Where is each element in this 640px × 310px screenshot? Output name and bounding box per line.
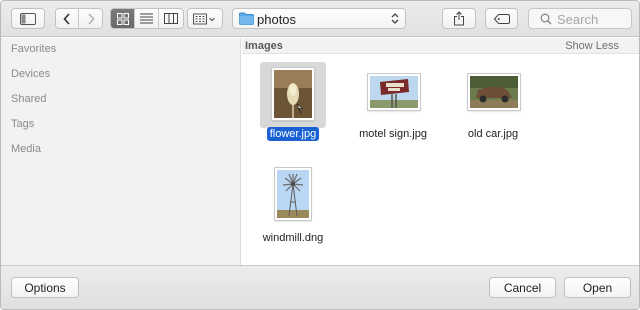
search-input[interactable]	[557, 11, 627, 27]
show-less-link[interactable]: Show Less	[565, 40, 619, 52]
search-icon	[540, 13, 552, 25]
list-icon	[140, 13, 153, 24]
back-button[interactable]	[56, 9, 79, 28]
motel-sign-thumbnail	[368, 74, 420, 110]
icon-view-button[interactable]	[111, 9, 135, 28]
options-button[interactable]: Options	[11, 277, 79, 298]
windmill-thumbnail	[275, 168, 311, 220]
list-view-button[interactable]	[135, 9, 159, 28]
thumbnail-highlight	[260, 62, 326, 128]
old-car-thumbnail	[468, 74, 520, 110]
grid-icon	[116, 12, 129, 25]
chevron-right-icon	[87, 12, 95, 25]
sidebar-item-tags[interactable]: Tags	[11, 118, 34, 130]
file-item-motel-sign[interactable]: motel sign.jpg	[348, 58, 438, 148]
folder-icon	[239, 12, 254, 25]
sidebar-icon	[20, 12, 36, 25]
file-item-old-car[interactable]: old car.jpg	[448, 58, 538, 148]
sidebar-toggle-button[interactable]	[11, 8, 45, 29]
cancel-button[interactable]: Cancel	[489, 277, 556, 298]
share-icon	[454, 11, 464, 26]
file-name-motel-sign: motel sign.jpg	[359, 128, 427, 140]
column-view-button[interactable]	[159, 9, 183, 28]
chevron-left-icon	[63, 12, 70, 25]
columns-icon	[164, 13, 178, 24]
sidebar-item-shared[interactable]: Shared	[11, 93, 46, 105]
file-item-windmill[interactable]: windmill.dng	[248, 164, 338, 254]
open-button[interactable]: Open	[564, 277, 631, 298]
sidebar: Favorites Devices Shared Tags Media	[1, 38, 241, 265]
path-popup[interactable]: photos	[232, 8, 406, 29]
path-label: photos	[257, 12, 297, 27]
section-header: Images Show Less	[242, 38, 639, 54]
file-name-old-car: old car.jpg	[467, 128, 519, 140]
share-button[interactable]	[442, 8, 476, 29]
flower-thumbnail	[272, 68, 314, 120]
bottom-bar: Options Cancel Open	[1, 265, 639, 309]
tag-button[interactable]	[485, 8, 518, 29]
nav-back-forward	[55, 8, 103, 29]
chevron-down-icon	[209, 17, 215, 21]
search-field[interactable]	[528, 8, 632, 29]
tag-icon	[493, 13, 510, 24]
toolbar: photos	[1, 1, 639, 37]
sidebar-item-media[interactable]: Media	[11, 143, 41, 155]
sidebar-item-devices[interactable]: Devices	[11, 68, 50, 80]
arrange-grid-icon	[193, 13, 215, 24]
file-item-flower[interactable]: flower.jpg	[248, 58, 338, 148]
file-name-windmill: windmill.dng	[262, 232, 324, 244]
section-title: Images	[245, 40, 283, 52]
open-dialog-window: photos Favorites D	[0, 0, 640, 310]
file-name-flower: flower.jpg	[248, 127, 338, 141]
file-browser: Images Show Less flower.jpg motel sign.j…	[242, 38, 639, 265]
view-mode-segment	[110, 8, 184, 29]
arrange-dropdown-button[interactable]	[187, 8, 223, 29]
forward-button[interactable]	[79, 9, 102, 28]
sidebar-item-favorites[interactable]: Favorites	[11, 43, 56, 55]
up-down-chevron-icon	[391, 13, 399, 24]
